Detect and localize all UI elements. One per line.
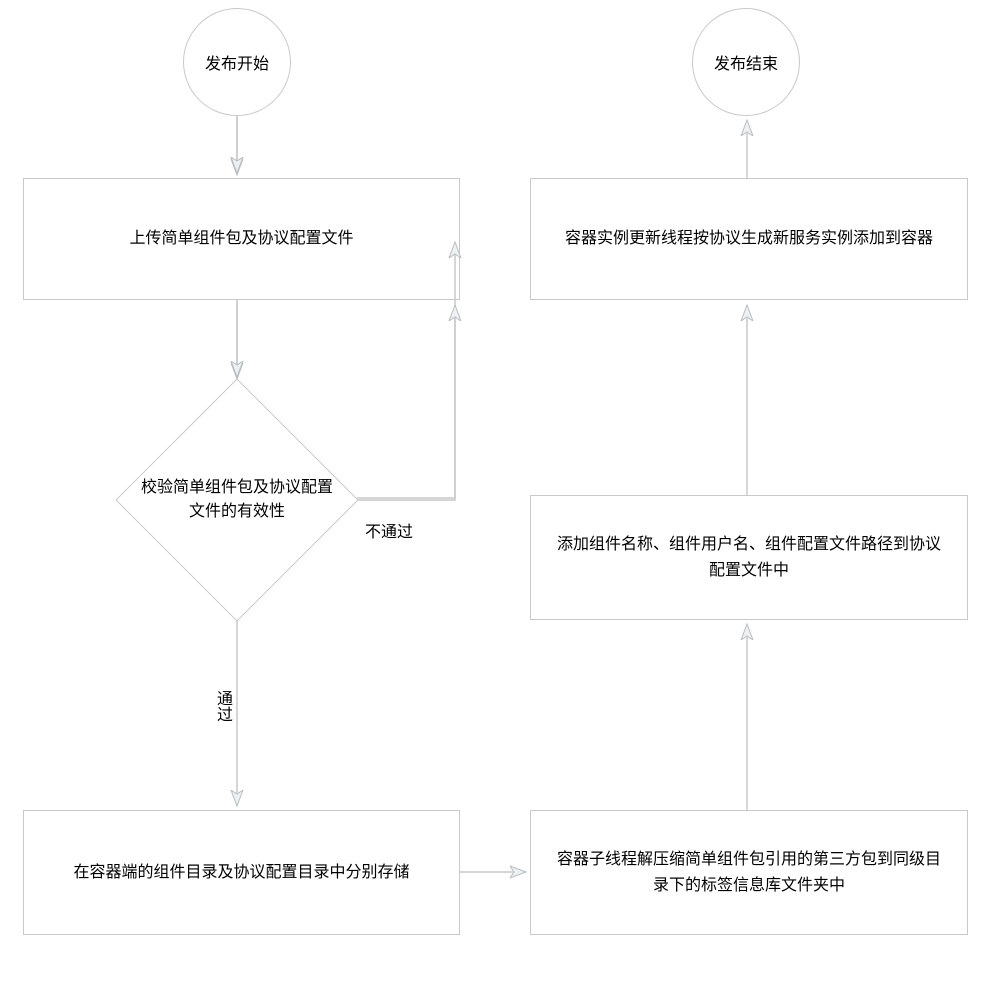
store-step: 在容器端的组件目录及协议配置目录中分别存储: [23, 810, 460, 935]
start-label: 发布开始: [205, 50, 269, 74]
validate-decision: 校验简单组件包及协议配置文件的有效性: [117, 380, 357, 620]
end-label: 发布结束: [714, 50, 778, 74]
store-text: 在容器端的组件目录及协议配置目录中分别存储: [73, 860, 409, 886]
end-node: 发布结束: [692, 8, 800, 116]
start-node: 发布开始: [183, 8, 291, 116]
add-config-step: 添加组件名称、组件用户名、组件配置文件路径到协议配置文件中: [530, 495, 968, 620]
decompress-text: 容器子线程解压缩简单组件包引用的第三方包到同级目录下的标签信息库文件夹中: [551, 847, 947, 898]
decompress-step: 容器子线程解压缩简单组件包引用的第三方包到同级目录下的标签信息库文件夹中: [530, 810, 968, 935]
upload-text: 上传简单组件包及协议配置文件: [129, 226, 353, 252]
validate-text: 校验简单组件包及协议配置文件的有效性: [137, 476, 337, 524]
update-instance-text: 容器实例更新线程按协议生成新服务实例添加到容器: [565, 226, 933, 252]
flowchart-canvas: 发布开始 发布结束 上传简单组件包及协议配置文件 校验简单组件包及协议配置文件的…: [0, 0, 1000, 997]
update-instance-step: 容器实例更新线程按协议生成新服务实例添加到容器: [530, 178, 968, 300]
upload-step: 上传简单组件包及协议配置文件: [23, 178, 460, 300]
add-config-text: 添加组件名称、组件用户名、组件配置文件路径到协议配置文件中: [551, 532, 947, 583]
pass-edge-label: 通过: [208, 690, 236, 722]
fail-edge-label: 不通过: [363, 518, 415, 542]
